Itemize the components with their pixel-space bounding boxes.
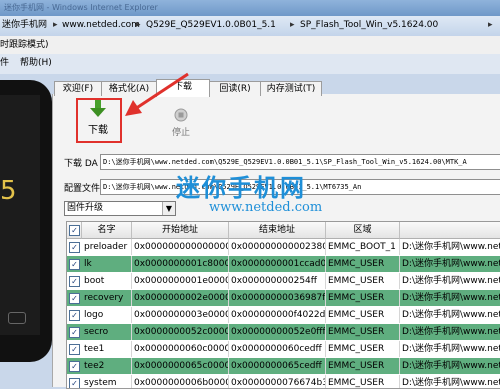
- cell-end: 0x00000000036987ff: [229, 290, 326, 306]
- row-checkbox[interactable]: ✓: [69, 242, 80, 253]
- row-checkbox[interactable]: ✓: [69, 259, 80, 270]
- cell-location: D:\迷你手机网\www.net: [400, 358, 500, 374]
- table-row[interactable]: ✓ logo 0x0000000003e00000 0x000000000f4022d…: [67, 307, 500, 323]
- cell-region: EMMC_USER: [326, 358, 400, 374]
- table-row[interactable]: ✓ recovery 0x0000000002e00000 0x00000000036…: [67, 290, 500, 306]
- cell-name: tee1: [82, 341, 132, 357]
- download-agent-label: 下载 DA: [64, 159, 98, 169]
- watermark-url: www.netded.com: [209, 200, 323, 215]
- cell-name: preloader: [82, 239, 132, 255]
- cell-region: EMMC_USER: [326, 256, 400, 272]
- cell-end: 0x0000000065cedff: [229, 358, 326, 374]
- row-checkbox[interactable]: ✓: [69, 310, 80, 321]
- cell-region: EMMC_USER: [326, 341, 400, 357]
- cell-end: 0x000000000f4022d: [229, 307, 326, 323]
- table-row[interactable]: ✓ tee1 0x0000000060c0000 0x0000000060cedff E…: [67, 341, 500, 357]
- column-header-name[interactable]: 名字: [82, 222, 132, 239]
- cell-region: EMMC_BOOT_1: [326, 239, 400, 255]
- cell-name: recovery: [82, 290, 132, 306]
- cell-region: EMMC_USER: [326, 290, 400, 306]
- table-row[interactable]: ✓ secro 0x0000000052c0000 0x00000000052e0ff…: [67, 324, 500, 340]
- download-mode-value: 固件升级: [67, 203, 104, 213]
- cell-location: D:\迷你手机网\www.net: [400, 341, 500, 357]
- cell-name: secro: [82, 324, 132, 340]
- cell-location: D:\迷你手机网\www.net: [400, 290, 500, 306]
- select-all-header[interactable]: ✓: [67, 222, 82, 239]
- column-header-region[interactable]: 区域: [326, 222, 400, 239]
- cell-region: EMMC_USER: [326, 324, 400, 340]
- cell-start: 0x0000000052c0000: [132, 324, 229, 340]
- cell-start: 0x0000000065c0000: [132, 358, 229, 374]
- cell-end: 0x00000000052e0fff: [229, 324, 326, 340]
- row-checkbox[interactable]: ✓: [69, 361, 80, 372]
- cell-end: 0x000000000254ff: [229, 273, 326, 289]
- cell-location: D:\迷你手机网\www.net: [400, 256, 500, 272]
- cell-location: D:\迷你手机网\www.net: [400, 273, 500, 289]
- cell-start: 0x0000000001e00000: [132, 273, 229, 289]
- cell-start: 0x0000000060c0000: [132, 341, 229, 357]
- cell-end: 0x0000000001ccad0b: [229, 256, 326, 272]
- table-row[interactable]: ✓ lk 0x0000000001c80000 0x0000000001ccad0b E…: [67, 256, 500, 272]
- row-checkbox[interactable]: ✓: [69, 344, 80, 355]
- cell-name: lk: [82, 256, 132, 272]
- cell-start: 0x0000000000000000: [132, 239, 229, 255]
- cell-location: D:\迷你手机网\www.net: [400, 324, 500, 340]
- scatter-file-label: 配置文件: [64, 184, 101, 194]
- cell-location: D:\迷你手机网\www.net: [400, 239, 500, 255]
- column-header-location[interactable]: [400, 222, 500, 239]
- table-row[interactable]: ✓ boot 0x0000000001e00000 0x000000000254ff E…: [67, 273, 500, 289]
- row-checkbox[interactable]: ✓: [69, 327, 80, 338]
- cell-name: logo: [82, 307, 132, 323]
- cell-region: EMMC_USER: [326, 273, 400, 289]
- cell-start: 0x0000000002e00000: [132, 290, 229, 306]
- cell-name: tee2: [82, 358, 132, 374]
- row-checkbox[interactable]: ✓: [69, 293, 80, 304]
- cell-start: 0x0000000003e00000: [132, 307, 229, 323]
- cell-name: boot: [82, 273, 132, 289]
- download-mode-select[interactable]: 固件升级 ▼: [64, 201, 176, 216]
- table-row[interactable]: ✓ tee2 0x0000000065c0000 0x0000000065cedff E…: [67, 358, 500, 374]
- table-row[interactable]: ✓ preloader 0x0000000000000000 0x0000000000…: [67, 239, 500, 255]
- chevron-down-icon: ▼: [162, 202, 175, 215]
- cell-start: 0x0000000001c80000: [132, 256, 229, 272]
- partition-table: ✓ 名字 开始地址 结束地址 区域 ✓ preloader 0x0000000000…: [66, 221, 500, 389]
- row-checkbox[interactable]: ✓: [69, 378, 80, 388]
- checkbox-icon[interactable]: ✓: [69, 225, 80, 236]
- column-header-end[interactable]: 结束地址: [229, 222, 326, 239]
- row-checkbox[interactable]: ✓: [69, 276, 80, 287]
- watermark-text: 迷你手机网: [176, 174, 306, 202]
- column-header-start[interactable]: 开始地址: [132, 222, 229, 239]
- cell-end: 0x0000000000023803: [229, 239, 326, 255]
- cell-region: EMMC_USER: [326, 307, 400, 323]
- cell-end: 0x0000000060cedff: [229, 341, 326, 357]
- cell-location: D:\迷你手机网\www.net: [400, 307, 500, 323]
